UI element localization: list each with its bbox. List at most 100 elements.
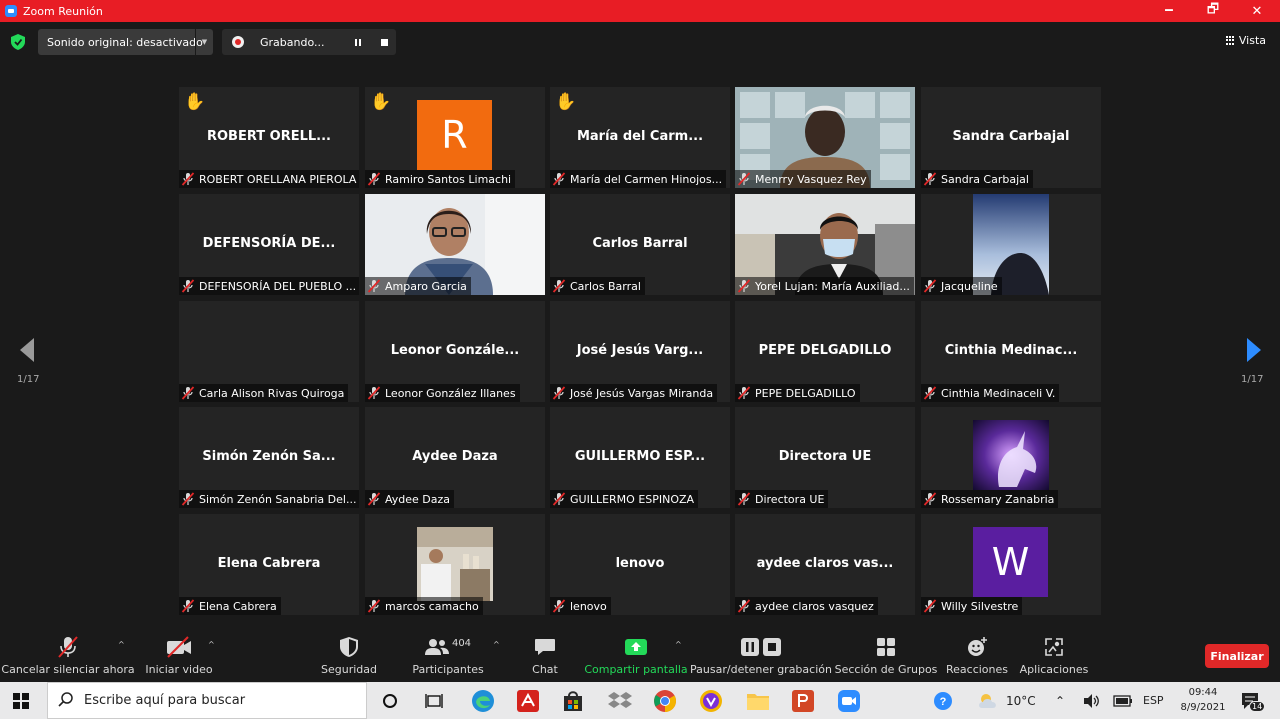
participant-tile[interactable]: ✋ María del Carm... María del Carmen Hinoj…: [550, 87, 730, 188]
participant-tile[interactable]: Jacqueline: [921, 194, 1101, 295]
participant-tile[interactable]: W Willy Silvestre: [921, 514, 1101, 615]
volume-icon[interactable]: [1082, 682, 1100, 719]
participant-name: marcos camacho: [385, 599, 479, 613]
minimize-button[interactable]: 🗕: [1146, 0, 1192, 22]
participant-tile[interactable]: aydee claros vas... aydee claros vasquez: [735, 514, 915, 615]
muted-mic-icon: [552, 386, 566, 400]
weather-widget[interactable]: 10°C: [978, 682, 1036, 719]
participant-tile[interactable]: José Jesús Varg... José Jesús Vargas Mira…: [550, 301, 730, 402]
share-screen-button[interactable]: Compartir pantalla ^: [584, 634, 688, 680]
apps-button[interactable]: Aplicaciones: [1020, 634, 1088, 680]
zoom-taskbar-icon[interactable]: [836, 688, 862, 714]
participant-name-label: aydee claros vasquez: [735, 597, 878, 615]
help-icon[interactable]: ?: [932, 682, 954, 719]
dropbox-icon[interactable]: [607, 688, 633, 714]
participant-display-name: GUILLERMO ESP...: [574, 449, 706, 464]
original-sound-button[interactable]: Sonido original: desactivado ▼: [38, 29, 213, 55]
chevron-up-icon[interactable]: ^: [493, 640, 500, 649]
edge-browser-icon[interactable]: [470, 688, 496, 714]
end-meeting-button[interactable]: Finalizar: [1205, 644, 1269, 668]
breakout-rooms-label: Sección de Grupos: [834, 663, 938, 676]
participant-name-label: Sandra Carbajal: [921, 170, 1033, 188]
unmute-button[interactable]: Cancelar silenciar ahora ^: [1, 634, 135, 680]
previous-page-arrow-icon[interactable]: [17, 336, 37, 364]
participant-tile[interactable]: Aydee Daza Aydee Daza: [365, 407, 545, 508]
participant-name-label: Elena Cabrera: [179, 597, 281, 615]
participant-tile[interactable]: Elena Cabrera Elena Cabrera: [179, 514, 359, 615]
participant-tile[interactable]: lenovo lenovo: [550, 514, 730, 615]
participant-tile[interactable]: Sandra Carbajal Sandra Carbajal: [921, 87, 1101, 188]
task-view-icon[interactable]: [421, 688, 447, 714]
maximize-button[interactable]: 🗗: [1190, 0, 1236, 22]
close-button[interactable]: ✕: [1234, 0, 1280, 22]
participants-button[interactable]: 404 Participantes ^: [412, 634, 499, 680]
participant-tile[interactable]: DEFENSORÍA DE... DEFENSORÍA DEL PUEBLO ..…: [179, 194, 359, 295]
notification-count: 14: [1249, 701, 1266, 712]
muted-mic-icon: [181, 599, 195, 613]
participant-tile[interactable]: Menrry Vasquez Rey: [735, 87, 915, 188]
muted-mic-icon: [367, 386, 381, 400]
participant-name-label: Amparo Garcia: [365, 277, 471, 295]
participant-name-label: DEFENSORÍA DEL PUEBLO ...: [179, 277, 359, 295]
muted-mic-icon: [737, 386, 751, 400]
store-icon[interactable]: [560, 688, 586, 714]
participant-tile[interactable]: Carlos Barral Carlos Barral: [550, 194, 730, 295]
pause-stop-recording-button[interactable]: Pausar/detener grabación: [690, 634, 832, 680]
vpn-app-icon[interactable]: [698, 688, 724, 714]
breakout-rooms-button[interactable]: Sección de Grupos: [834, 634, 938, 680]
windows-start-icon[interactable]: [13, 693, 29, 709]
battery-icon[interactable]: [1113, 682, 1133, 719]
pause-stop-recording-label: Pausar/detener grabación: [690, 663, 832, 676]
taskbar-clock[interactable]: 09:44 8/9/2021: [1180, 685, 1226, 715]
participant-name: aydee claros vasquez: [755, 599, 874, 613]
chevron-up-icon[interactable]: ^: [118, 640, 125, 649]
participant-display-name: María del Carm...: [576, 129, 704, 144]
participant-tile[interactable]: R ✋ Ramiro Santos Limachi: [365, 87, 545, 188]
participant-name: María del Carmen Hinojos...: [570, 172, 723, 186]
participant-name-label: María del Carmen Hinojos...: [550, 170, 727, 188]
cortana-icon[interactable]: [377, 688, 403, 714]
chrome-icon[interactable]: [652, 688, 678, 714]
encryption-shield-icon[interactable]: [11, 34, 25, 50]
stop-recording-button[interactable]: [374, 32, 394, 52]
participants-icon: [424, 639, 449, 655]
participant-tile[interactable]: GUILLERMO ESP... GUILLERMO ESPINOZA: [550, 407, 730, 508]
view-button[interactable]: Vista: [1225, 34, 1266, 47]
chat-button[interactable]: Chat: [527, 634, 563, 680]
chevron-up-icon[interactable]: ⌃: [1055, 682, 1065, 719]
participant-tile[interactable]: Yorel Lujan: María Auxiliad...: [735, 194, 915, 295]
close-icon: ✕: [1251, 3, 1263, 19]
acrobat-reader-icon[interactable]: [515, 688, 541, 714]
chevron-up-icon[interactable]: ^: [675, 640, 682, 649]
participant-tile[interactable]: marcos camacho: [365, 514, 545, 615]
muted-mic-icon: [737, 492, 751, 506]
file-explorer-icon[interactable]: [745, 688, 771, 714]
powerpoint-icon[interactable]: [790, 688, 816, 714]
participant-tile[interactable]: Leonor Gonzále... Leonor González Illanes: [365, 301, 545, 402]
participant-name-label: Yorel Lujan: María Auxiliad...: [735, 277, 914, 295]
participant-name-label: Menrry Vasquez Rey: [735, 170, 871, 188]
reactions-button[interactable]: Reacciones: [946, 634, 1008, 680]
participant-tile[interactable]: PEPE DELGADILLO PEPE DELGADILLO: [735, 301, 915, 402]
chevron-up-icon[interactable]: ^: [208, 640, 215, 649]
participant-name-label: Rossemary Zanabria: [921, 490, 1059, 508]
pause-recording-button[interactable]: [348, 32, 368, 52]
start-video-button[interactable]: Iniciar video ^: [145, 634, 215, 680]
participant-tile[interactable]: Directora UE Directora UE: [735, 407, 915, 508]
participant-tile[interactable]: Cinthia Medinac... Cinthia Medinaceli V.: [921, 301, 1101, 402]
next-page-arrow-icon[interactable]: [1244, 336, 1264, 364]
notifications-icon[interactable]: 14: [1240, 691, 1266, 712]
participant-tile[interactable]: Rossemary Zanabria: [921, 407, 1101, 508]
taskbar-search-input[interactable]: Escribe aquí para buscar: [47, 682, 367, 719]
participant-tile[interactable]: ✋ ROBERT ORELL... ROBERT ORELLANA PIEROLA: [179, 87, 359, 188]
participant-tile[interactable]: Amparo Garcia: [365, 194, 545, 295]
participant-avatar: W: [973, 527, 1048, 597]
muted-mic-icon: [552, 172, 566, 186]
participant-tile[interactable]: Simón Zenón Sa... Simón Zenón Sanabria De…: [179, 407, 359, 508]
security-button[interactable]: Seguridad: [318, 634, 380, 680]
participant-tile[interactable]: Carla Alison Rivas Quiroga: [179, 301, 359, 402]
pause-icon: [741, 638, 759, 656]
chevron-down-icon[interactable]: ▼: [195, 29, 213, 55]
participant-display-name: PEPE DELGADILLO: [758, 343, 892, 358]
language-indicator[interactable]: ESP: [1143, 682, 1164, 719]
